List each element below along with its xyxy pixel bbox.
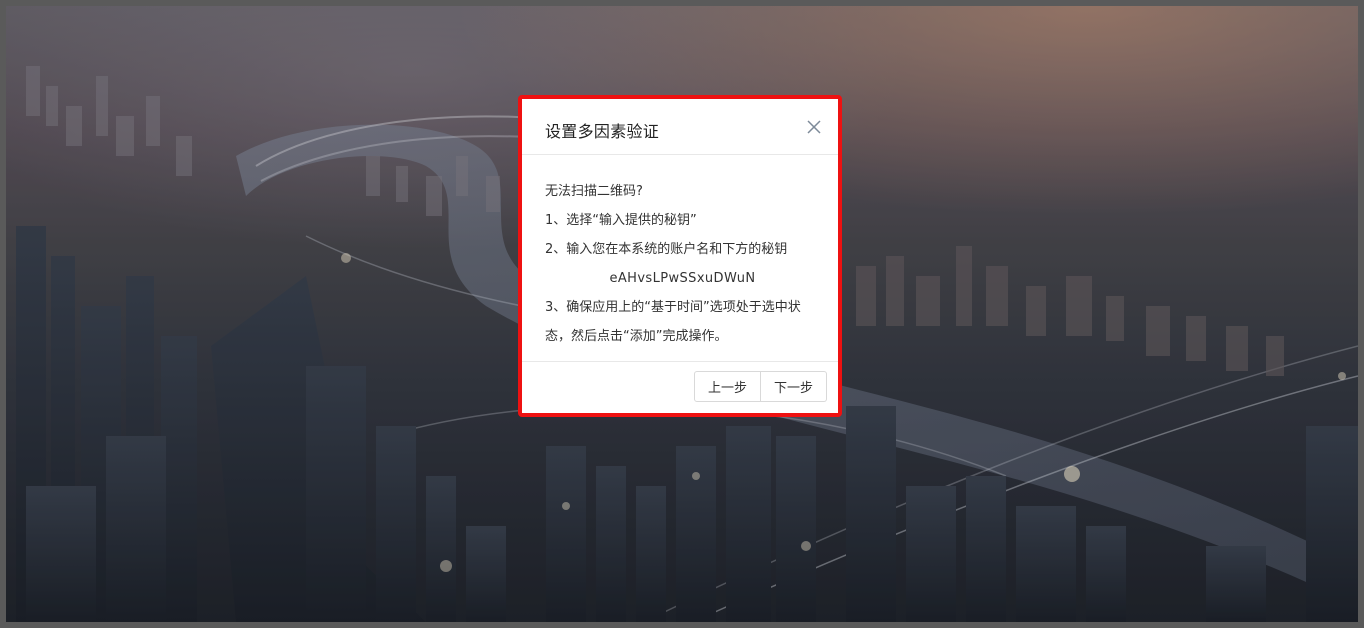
dialog-highlight-box: 设置多因素验证 无法扫描二维码? 1、选择“输入提供的秘钥” 2、输入您在本系统… <box>518 95 842 417</box>
cannot-scan-heading: 无法扫描二维码? <box>545 184 643 199</box>
secret-key-text: eAHvsLPwSSxuDWuN <box>609 271 756 286</box>
next-step-button[interactable]: 下一步 <box>760 371 827 402</box>
instruction-step-2: 2、输入您在本系统的账户名和下方的秘钥 <box>545 242 788 257</box>
dialog-body: 无法扫描二维码? 1、选择“输入提供的秘钥” 2、输入您在本系统的账户名和下方的… <box>545 177 820 351</box>
close-icon[interactable] <box>806 119 822 135</box>
dialog-footer: 上一步 下一步 <box>522 361 838 413</box>
mfa-setup-dialog: 设置多因素验证 无法扫描二维码? 1、选择“输入提供的秘钥” 2、输入您在本系统… <box>522 99 838 413</box>
step-button-group: 上一步 下一步 <box>693 371 827 402</box>
dialog-header: 设置多因素验证 <box>522 99 838 155</box>
previous-step-button[interactable]: 上一步 <box>693 371 761 402</box>
instruction-step-1: 1、选择“输入提供的秘钥” <box>545 213 697 228</box>
dialog-title: 设置多因素验证 <box>545 122 660 141</box>
instruction-step-3: 3、确保应用上的“基于时间”选项处于选中状态，然后点击“添加”完成操作。 <box>545 300 801 344</box>
